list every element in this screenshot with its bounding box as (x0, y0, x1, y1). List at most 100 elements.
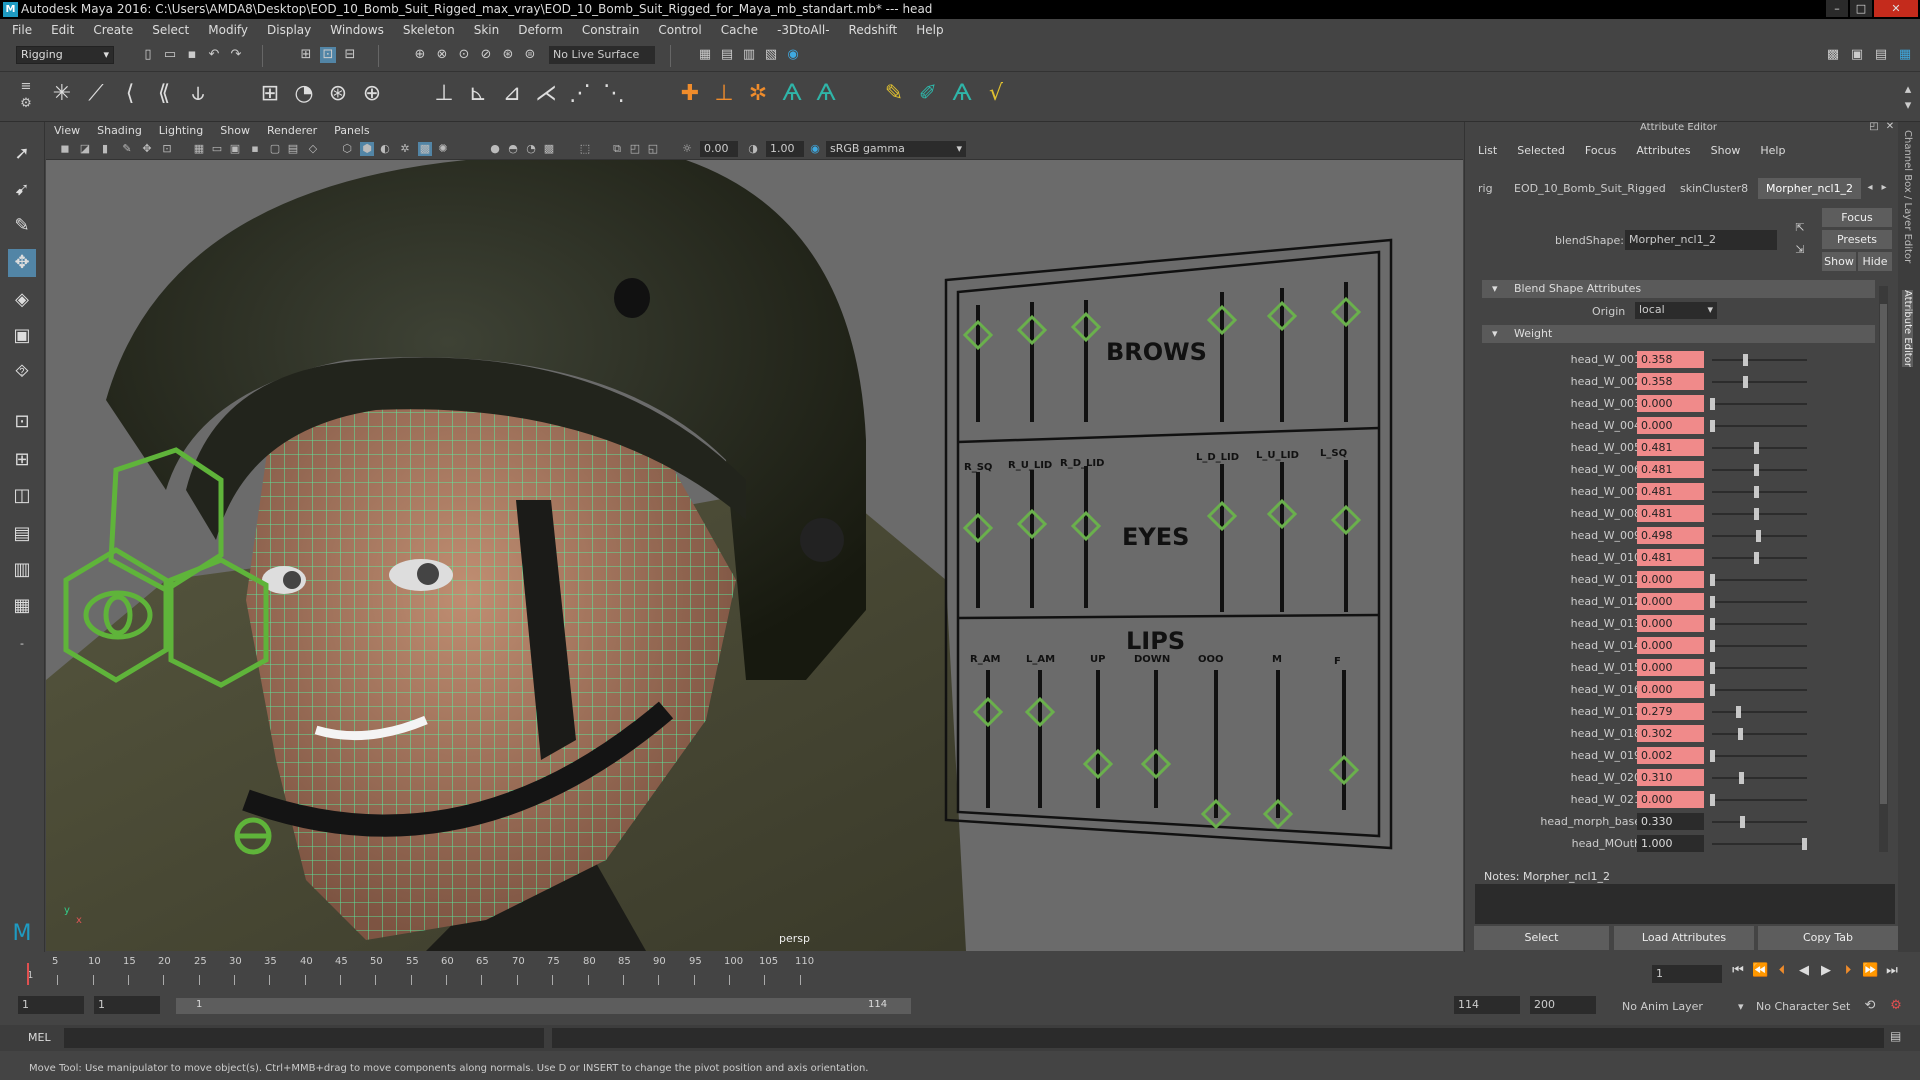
hypershade-persp-icon[interactable]: ▦ (8, 592, 36, 620)
menu-display[interactable]: Display (267, 23, 311, 37)
presets-button[interactable]: Presets (1822, 230, 1892, 249)
weight-slider-handle[interactable] (1756, 530, 1761, 542)
weight-slider-track[interactable] (1712, 755, 1807, 757)
weight-value-field[interactable]: 0.481 (1637, 483, 1704, 500)
shelf-menu-icon[interactable]: ≡ (18, 79, 34, 95)
weight-slider-track[interactable] (1712, 799, 1807, 801)
menu-create[interactable]: Create (93, 23, 133, 37)
snap-point-icon[interactable]: ⊙ (456, 47, 472, 63)
film-gate-icon[interactable]: ⊡ (160, 142, 174, 156)
disconnect-joint-icon[interactable]: ⋱ (600, 80, 628, 108)
weight-slider-track[interactable] (1712, 843, 1807, 845)
menu-modify[interactable]: Modify (208, 23, 248, 37)
render-view-icon[interactable]: ▧ (763, 47, 779, 63)
weight-value-field[interactable]: 0.000 (1637, 571, 1704, 588)
range-slider[interactable]: 1 114 (176, 998, 911, 1014)
time-slider[interactable] (0, 952, 1920, 992)
script-editor-icon[interactable]: ▤ (1890, 1029, 1906, 1045)
go-to-end-icon[interactable]: ⏭ (1884, 963, 1900, 979)
menu-help[interactable]: Help (916, 23, 943, 37)
blend-shape-attributes-section[interactable]: ▾ Blend Shape Attributes (1482, 280, 1875, 298)
ae-scrollbar[interactable] (1879, 286, 1888, 852)
weight-slider-handle[interactable] (1710, 794, 1715, 806)
weight-slider-track[interactable] (1712, 447, 1807, 449)
select-hierarchy-icon[interactable]: ⊞ (298, 47, 314, 63)
weight-value-field[interactable]: 0.279 (1637, 703, 1704, 720)
weight-slider-handle[interactable] (1754, 552, 1759, 564)
weight-slider-track[interactable] (1712, 557, 1807, 559)
use-lights-icon[interactable]: ✲ (398, 142, 412, 156)
image-plane-icon[interactable]: ▮ (98, 142, 112, 156)
weight-slider-handle[interactable] (1710, 640, 1715, 652)
weight-slider-handle[interactable] (1743, 376, 1748, 388)
weight-value-field[interactable]: 0.481 (1637, 461, 1704, 478)
menu-file[interactable]: File (12, 23, 32, 37)
weight-value-field[interactable]: 0.330 (1637, 813, 1704, 830)
resolution-gate-icon[interactable]: ▭ (210, 142, 224, 156)
live-surface-field[interactable]: No Live Surface (549, 46, 655, 64)
minimize-button[interactable]: – (1826, 0, 1848, 17)
select-tool-icon[interactable]: ➚ (8, 140, 36, 168)
custom-script-icon[interactable]: √ (982, 80, 1010, 108)
gamma-field[interactable]: 1.00 (766, 141, 804, 157)
graph-persp-icon[interactable]: ▥ (8, 556, 36, 584)
weight-slider-handle[interactable] (1710, 750, 1715, 762)
view-transform-dropdown[interactable]: sRGB gamma ▾ (826, 141, 966, 157)
camera-attributes-icon[interactable]: ◼ (58, 142, 72, 156)
tab-eod-bomb-suit[interactable]: EOD_10_Bomb_Suit_Rigged (1506, 178, 1674, 199)
scale-tool-icon[interactable]: ▣ (8, 322, 36, 350)
panel-menu-shading[interactable]: Shading (97, 124, 142, 137)
weight-slider-track[interactable] (1712, 645, 1807, 647)
go-to-output-icon[interactable]: ⇲ (1792, 242, 1808, 258)
rotate-tool-icon[interactable]: ◈ (8, 286, 36, 314)
panel-menu-show[interactable]: Show (220, 124, 250, 137)
go-to-start-icon[interactable]: ⏮ (1730, 963, 1746, 979)
weight-slider-handle[interactable] (1754, 442, 1759, 454)
menu-3dtoall[interactable]: -3DtoAll- (777, 23, 829, 37)
tab-skincluster[interactable]: skinCluster8 (1672, 178, 1756, 199)
point-constraint-icon[interactable]: ✚ (676, 80, 704, 108)
weight-value-field[interactable]: 0.358 (1637, 373, 1704, 390)
orient-joint-icon[interactable]: ⊾ (464, 80, 492, 108)
weight-slider-handle[interactable] (1736, 706, 1741, 718)
playback-end-field[interactable]: 114 (1454, 996, 1520, 1014)
weight-slider-handle[interactable] (1754, 464, 1759, 476)
wire-icon[interactable]: ⊕ (358, 80, 386, 108)
toolbox-more-icon[interactable]: - (8, 630, 36, 658)
panel-menu-lighting[interactable]: Lighting (159, 124, 203, 137)
paint-select-icon[interactable]: ✎ (8, 212, 36, 240)
weight-section[interactable]: ▾ Weight (1482, 325, 1875, 343)
color-management-icon[interactable]: ◉ (808, 142, 822, 156)
play-backward-icon[interactable]: ◀ (1796, 963, 1812, 979)
ae-menu-selected[interactable]: Selected (1517, 144, 1565, 157)
weight-slider-track[interactable] (1712, 711, 1807, 713)
weight-slider-track[interactable] (1712, 469, 1807, 471)
weight-value-field[interactable]: 0.000 (1637, 659, 1704, 676)
select-component-icon[interactable]: ⊟ (342, 47, 358, 63)
remove-joint-icon[interactable]: ⋌ (532, 80, 560, 108)
ambient-occlusion-icon[interactable]: ✺ (436, 142, 450, 156)
gamma-icon[interactable]: ◑ (746, 142, 760, 156)
snap-surface-icon[interactable]: ⊛ (500, 47, 516, 63)
panel-menu-renderer[interactable]: Renderer (267, 124, 317, 137)
weight-value-field[interactable]: 0.481 (1637, 505, 1704, 522)
weight-slider-handle[interactable] (1738, 728, 1743, 740)
safe-action-icon[interactable]: ▢ (268, 142, 282, 156)
current-frame-field[interactable]: 1 (1652, 965, 1722, 983)
ae-menu-attributes[interactable]: Attributes (1636, 144, 1690, 157)
close-button[interactable]: ✕ (1874, 0, 1918, 17)
weight-value-field[interactable]: 1.000 (1637, 835, 1704, 852)
wireframe-on-shaded-icon[interactable]: ⬢ (360, 142, 374, 156)
weight-value-field[interactable]: 0.310 (1637, 769, 1704, 786)
ae-menu-help[interactable]: Help (1760, 144, 1785, 157)
isolate-select-icon[interactable]: ▩ (542, 142, 556, 156)
weight-slider-track[interactable] (1712, 777, 1807, 779)
menu-constrain[interactable]: Constrain (582, 23, 640, 37)
safe-title-icon[interactable]: ▤ (286, 142, 300, 156)
paint-tool-icon[interactable]: ✐ (914, 80, 942, 108)
menu-deform[interactable]: Deform (518, 23, 563, 37)
menu-cache[interactable]: Cache (721, 23, 758, 37)
weight-slider-track[interactable] (1712, 623, 1807, 625)
xray-joints-icon[interactable]: ⧉ (610, 142, 624, 156)
weight-slider-handle[interactable] (1743, 354, 1748, 366)
